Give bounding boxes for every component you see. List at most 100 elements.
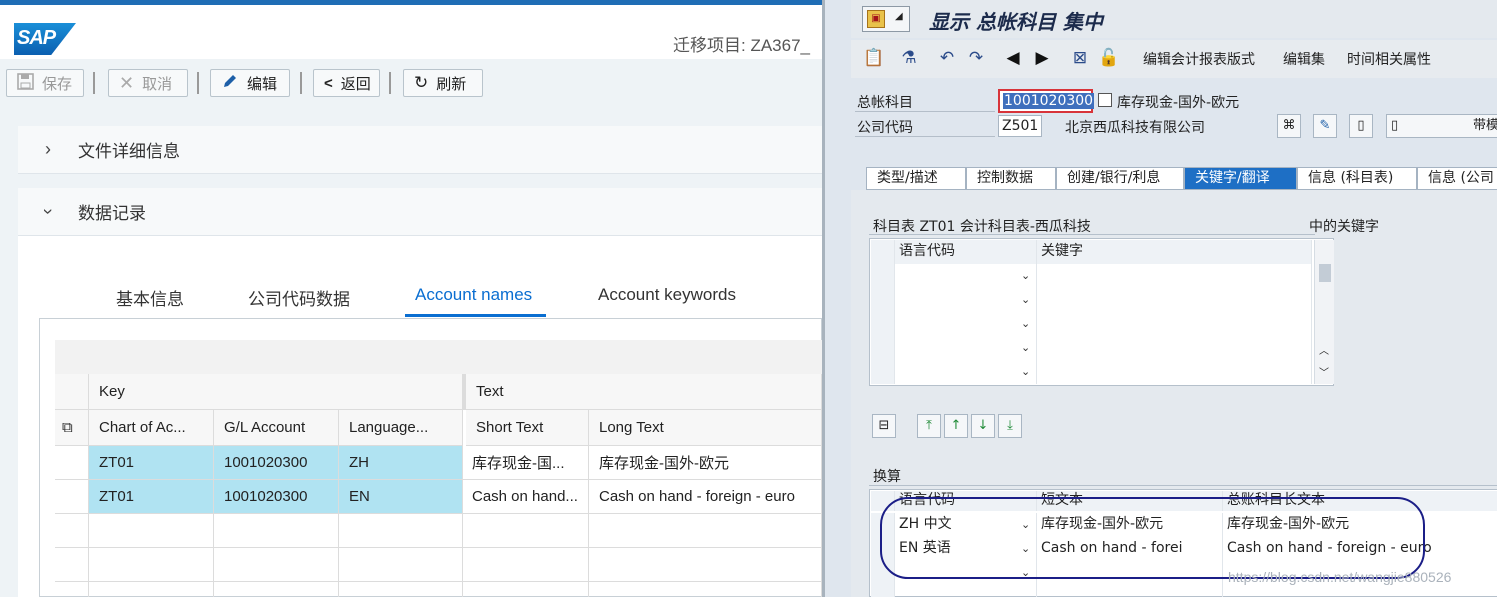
tab-type-description[interactable]: 类型/描述 xyxy=(866,167,966,190)
row-selector[interactable] xyxy=(55,446,89,480)
section-data-records[interactable]: › 数据记录 xyxy=(18,188,822,236)
back-label: 返回 xyxy=(340,75,371,93)
with-template-button[interactable]: ▯ 带模 xyxy=(1386,114,1497,138)
table-cell[interactable]: ZT01 xyxy=(89,446,214,480)
undo-icon[interactable]: ↶ xyxy=(937,48,957,68)
column-header-long-text[interactable]: Long Text xyxy=(589,410,822,446)
table-cell[interactable]: ZH xyxy=(339,446,463,480)
row-selector[interactable] xyxy=(871,312,895,336)
table-cell[interactable]: Cash on hand - foreign - euro xyxy=(589,480,822,514)
calculator-icon[interactable]: ⊠ xyxy=(1070,48,1090,68)
table-cell[interactable]: 库存现金-国外-欧元 xyxy=(589,446,822,480)
refresh-button[interactable]: ↻ 刷新 xyxy=(403,69,483,97)
tab-account-names[interactable]: Account names xyxy=(415,285,532,305)
keyword-input[interactable] xyxy=(1037,360,1312,384)
column-header-chart-of-accounts[interactable]: Chart of Ac... xyxy=(89,410,214,446)
fiori-migration-pane: SAP 迁移项目: ZA367_ 保存 ✕ 取消 编辑 < 返回 ↻ 刷新 › … xyxy=(0,0,822,597)
copy-template-icon[interactable]: 📋 xyxy=(863,48,884,68)
company-code-field[interactable]: Z501 xyxy=(998,115,1042,137)
menu-time-dependent-attributes[interactable]: 时间相关属性 xyxy=(1347,49,1431,69)
hierarchy-icon[interactable]: ⚗ xyxy=(899,48,919,68)
next-icon[interactable]: ▶ xyxy=(1032,48,1052,68)
language-code-dropdown[interactable]: ⌄ xyxy=(895,312,1037,336)
section-file-details[interactable]: › 文件详细信息 xyxy=(18,126,822,174)
tab-keywords-translation[interactable]: 关键字/翻译 xyxy=(1184,167,1297,190)
table-cell[interactable]: 1001020300 xyxy=(214,480,339,514)
language-code-dropdown[interactable]: ⌄ xyxy=(895,264,1037,288)
move-up-icon[interactable]: ↑ xyxy=(944,414,968,438)
cancel-button[interactable]: ✕ 取消 xyxy=(108,69,188,97)
row-selector[interactable] xyxy=(871,264,895,288)
tab-info-company[interactable]: 信息 (公司 xyxy=(1417,167,1497,190)
screen-title: 显示 总帐科目 集中 xyxy=(929,10,1103,34)
table-cell[interactable]: Cash on hand... xyxy=(463,480,589,514)
table-cell xyxy=(463,514,589,548)
short-text-input xyxy=(1037,585,1223,597)
caret-down-icon: ◢ xyxy=(895,11,903,22)
language-code-dropdown[interactable]: ⌄ xyxy=(895,336,1037,360)
scrollbar-thumb[interactable] xyxy=(1319,264,1331,282)
language-code-dropdown[interactable]: ⌄ xyxy=(895,360,1037,384)
chevron-down-icon: ⌄ xyxy=(1021,269,1031,282)
menu-edit-report-layout[interactable]: 编辑会计报表版式 xyxy=(1143,49,1255,69)
keyword-input[interactable] xyxy=(1037,264,1312,288)
system-menu-button[interactable]: ▣ ◢ xyxy=(862,6,910,32)
tab-info-chart[interactable]: 信息 (科目表) xyxy=(1297,167,1417,190)
redo-icon[interactable]: ↷ xyxy=(966,48,986,68)
move-down-icon[interactable]: ↓ xyxy=(971,414,995,438)
action-toolbar: 保存 ✕ 取消 编辑 < 返回 ↻ 刷新 xyxy=(0,59,822,105)
menu-edit-set[interactable]: 编辑集 xyxy=(1283,49,1325,69)
tab-account-keywords[interactable]: Account keywords xyxy=(598,285,736,305)
gl-account-field[interactable]: 1001020300 xyxy=(998,89,1095,113)
pencil-icon[interactable]: ✎ xyxy=(1313,114,1337,138)
keyword-input[interactable] xyxy=(1037,312,1312,336)
keyword-input[interactable] xyxy=(1037,288,1312,312)
tab-create-bank-interest[interactable]: 创建/银行/利息 xyxy=(1056,167,1184,190)
keyword-input[interactable] xyxy=(1037,336,1312,360)
edit-button[interactable]: 编辑 xyxy=(210,69,290,97)
keyword-heading: 科目表 ZT01 会计科目表-西瓜科技 xyxy=(873,219,1091,235)
table-cell xyxy=(589,582,822,597)
row-selector[interactable] xyxy=(55,480,89,514)
move-bottom-icon[interactable]: ⤓ xyxy=(998,414,1022,438)
row-selector-header xyxy=(871,240,895,264)
tab-basic-info[interactable]: 基本信息 xyxy=(116,285,184,310)
column-header-language[interactable]: Language... xyxy=(339,410,463,446)
select-all-button[interactable]: ⧉ xyxy=(55,410,89,446)
vertical-scrollbar[interactable]: ︿ ﹀ xyxy=(1314,240,1334,384)
row-selector[interactable] xyxy=(871,288,895,312)
close-icon: ✕ xyxy=(119,72,135,93)
glasses-icon[interactable]: ⌘ xyxy=(1277,114,1301,138)
value-help-icon[interactable] xyxy=(1098,93,1112,107)
table-cell[interactable]: 库存现金-国... xyxy=(463,446,589,480)
back-button[interactable]: < 返回 xyxy=(313,69,380,97)
sap-logo[interactable]: SAP xyxy=(14,23,76,55)
column-header-gl-account[interactable]: G/L Account xyxy=(214,410,339,446)
lock-icon[interactable]: 🔓 xyxy=(1098,48,1119,68)
delete-row-icon[interactable]: ⊟ xyxy=(872,414,896,438)
scroll-up-icon[interactable]: ︿ xyxy=(1319,342,1329,357)
toolbar-divider xyxy=(93,72,95,94)
column-header-short-text[interactable]: Short Text xyxy=(466,410,589,446)
tab-company-code-data[interactable]: 公司代码数据 xyxy=(248,285,350,310)
scroll-down-icon[interactable]: ﹀ xyxy=(1319,364,1329,379)
row-selector[interactable] xyxy=(871,336,895,360)
previous-icon[interactable]: ◀ xyxy=(1003,48,1023,68)
table-cell xyxy=(589,514,822,548)
document-icon[interactable]: ▯ xyxy=(1349,114,1373,138)
tab-control-data[interactable]: 控制数据 xyxy=(966,167,1056,190)
save-button[interactable]: 保存 xyxy=(6,69,84,97)
table-cell[interactable]: EN xyxy=(339,480,463,514)
table-cell[interactable]: 1001020300 xyxy=(214,446,339,480)
table-cell xyxy=(89,514,214,548)
sap-menu-icon: ▣ xyxy=(867,10,885,28)
row-selector[interactable] xyxy=(871,360,895,384)
toolbar-divider xyxy=(389,72,391,94)
language-code-dropdown[interactable]: ⌄ xyxy=(895,288,1037,312)
table-cell[interactable]: ZT01 xyxy=(89,480,214,514)
table-cell xyxy=(89,548,214,582)
move-top-icon[interactable]: ⤒ xyxy=(917,414,941,438)
chevron-down-icon: ⌄ xyxy=(1021,293,1031,306)
gl-account-description: 库存现金-国外-欧元 xyxy=(1117,95,1240,111)
group-header-key: Key xyxy=(89,374,463,410)
